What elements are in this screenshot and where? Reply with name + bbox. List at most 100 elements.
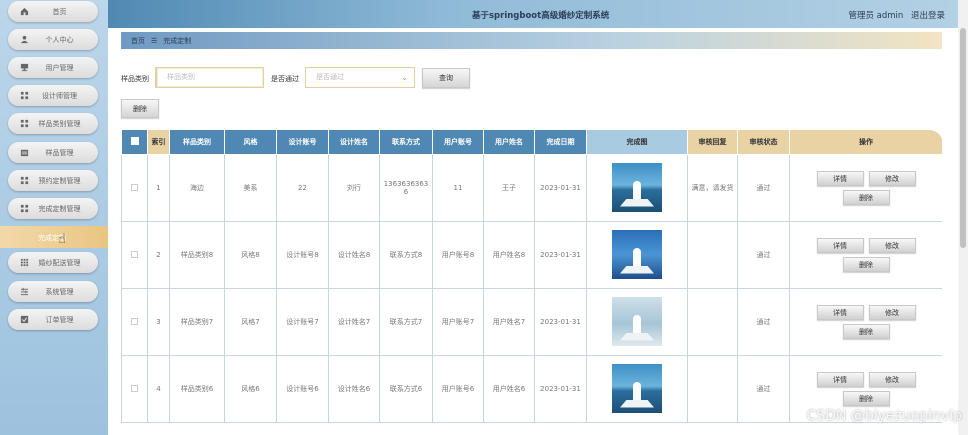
row-delete-button[interactable]: 删除 [842, 324, 890, 339]
column-header: 完成日期 [534, 129, 587, 155]
detail-button[interactable]: 详情 [816, 305, 864, 320]
cell-status: 通过 [737, 221, 790, 289]
column-header: 索引 [147, 129, 170, 155]
cell-reply [687, 221, 738, 289]
column-header: 审核状态 [737, 129, 790, 155]
edit-button[interactable]: 修改 [868, 372, 916, 387]
row-actions: 详情 修改删除 [811, 238, 921, 272]
category-input[interactable]: 样品类别 [155, 67, 264, 88]
cell-designer-account: 设计账号7 [276, 288, 329, 356]
grid-icon [20, 91, 29, 100]
breadcrumb-home[interactable]: 首页 [131, 36, 145, 46]
column-header: 完成图 [586, 129, 688, 155]
grid-icon [20, 176, 29, 185]
query-button[interactable]: 查询 [422, 68, 470, 88]
bride-figure [633, 247, 641, 268]
grid-icon [20, 258, 29, 267]
cell-style: 风格6 [224, 355, 277, 423]
watermark: CSDN @biyezuopinvip [806, 408, 962, 424]
sidebar-item-label: 系统管理 [45, 287, 74, 296]
top-header: 基于springboot高级婚纱定制系统 管理员 admin 退出登录 [108, 0, 968, 28]
completed-photo[interactable] [612, 296, 662, 346]
column-header: 操作 [789, 129, 942, 155]
completed-photo[interactable] [612, 363, 662, 413]
cell-contact: 联系方式8 [379, 221, 433, 289]
cell-user-account: 用户账号7 [432, 288, 484, 356]
scrollbar-thumb[interactable] [960, 28, 966, 248]
sidebar-item-reservations[interactable]: 预约定制管理 [8, 170, 98, 191]
column-header: 样品类别 [169, 129, 225, 155]
sidebar-item-profile[interactable]: 个人中心 [8, 29, 98, 50]
pass-select[interactable]: 是否通过 ⌄ [305, 67, 415, 88]
sidebar-item-delivery[interactable]: 婚纱配送管理 [8, 252, 98, 273]
vertical-scrollbar[interactable] [958, 0, 968, 435]
row-checkbox[interactable] [131, 317, 138, 325]
pass-select-placeholder: 是否通过 [316, 73, 344, 81]
sidebar-item-users[interactable]: 用户管理 [8, 57, 98, 78]
breadcrumb-separator-icon: ☰ [151, 36, 158, 45]
bride-figure [633, 381, 641, 402]
hand-cursor-icon: ☝ [58, 232, 66, 247]
sidebar-item-system[interactable]: 系统管理 [8, 281, 98, 302]
row-checkbox[interactable] [131, 384, 138, 392]
cell-designer-account: 22 [276, 154, 329, 222]
row-actions: 详情 修改删除 [811, 372, 921, 406]
detail-button[interactable]: 详情 [816, 171, 864, 186]
sidebar-item-orders[interactable]: 订单管理 [8, 309, 98, 330]
edit-button[interactable]: 修改 [868, 171, 916, 186]
sidebar-item-sample-categories[interactable]: 样品类别管理 [8, 113, 98, 134]
cell-contact: 13636363636 [379, 154, 433, 222]
detail-button[interactable]: 详情 [816, 238, 864, 253]
cell-actions: 详情 修改删除 [789, 288, 942, 356]
sidebar: 首页 个人中心 用户管理 设计师管理 样品类别管理 样品管理 预约定制管理 完成… [0, 0, 108, 435]
edit-button[interactable]: 修改 [868, 238, 916, 253]
row-delete-button[interactable]: 删除 [842, 391, 890, 406]
logout-link[interactable]: 退出登录 [911, 11, 945, 21]
cell-image [586, 154, 688, 222]
row-delete-button[interactable]: 删除 [842, 190, 890, 205]
boat-shape [620, 265, 654, 274]
row-checkbox[interactable] [131, 250, 138, 258]
detail-button[interactable]: 详情 [816, 372, 864, 387]
cell-designer-name: 刘行 [328, 154, 380, 222]
boat-shape [620, 399, 654, 408]
cell-designer-name: 设计姓名8 [328, 221, 380, 289]
row-select-cell [121, 355, 148, 423]
completed-photo[interactable] [612, 229, 662, 279]
sidebar-item-label: 设计师管理 [42, 91, 77, 100]
sidebar-item-home[interactable]: 首页 [8, 1, 98, 22]
row-delete-button[interactable]: 删除 [842, 257, 890, 272]
sidebar-subitem-completed[interactable]: 完成定制 [0, 226, 108, 248]
row-checkbox[interactable] [131, 183, 138, 191]
row-actions: 详情 修改删除 [811, 171, 921, 205]
cell-category: 海边 [169, 154, 225, 222]
cell-image [586, 221, 688, 289]
cell-index: 4 [147, 355, 170, 423]
cell-reply [687, 288, 738, 356]
sidebar-item-label: 首页 [52, 7, 67, 16]
row-select-cell [121, 288, 148, 356]
row-select-cell [121, 221, 148, 289]
edit-button[interactable]: 修改 [868, 305, 916, 320]
delete-selected-button[interactable]: 删除 [121, 99, 159, 118]
sidebar-item-label: 样品管理 [45, 148, 74, 157]
column-header: 设计姓名 [328, 129, 380, 155]
cell-date: 2023-01-31 [534, 355, 587, 423]
column-header: 联系方式 [379, 129, 433, 155]
sidebar-item-designers[interactable]: 设计师管理 [8, 85, 98, 106]
select-all-checkbox[interactable] [130, 137, 139, 145]
cell-designer-name: 设计姓名6 [328, 355, 380, 423]
grid-icon [20, 204, 29, 213]
column-header: 用户账号 [432, 129, 484, 155]
cell-actions: 详情 修改删除 [789, 154, 942, 222]
cell-contact: 联系方式7 [379, 288, 433, 356]
completed-photo[interactable] [612, 162, 662, 212]
cell-reply [687, 355, 738, 423]
column-header: 风格 [224, 129, 277, 155]
cell-style: 风格7 [224, 288, 277, 356]
sidebar-item-samples[interactable]: 样品管理 [8, 142, 98, 163]
sidebar-item-completed[interactable]: 完成定制管理 [8, 198, 98, 219]
table-row: 3 样品类别7 风格7 设计账号7 设计姓名7 联系方式7 用户账号7 用户姓名7 2023-0… [121, 288, 942, 356]
sidebar-item-label: 个人中心 [45, 35, 74, 44]
cell-category: 样品类别6 [169, 355, 225, 423]
